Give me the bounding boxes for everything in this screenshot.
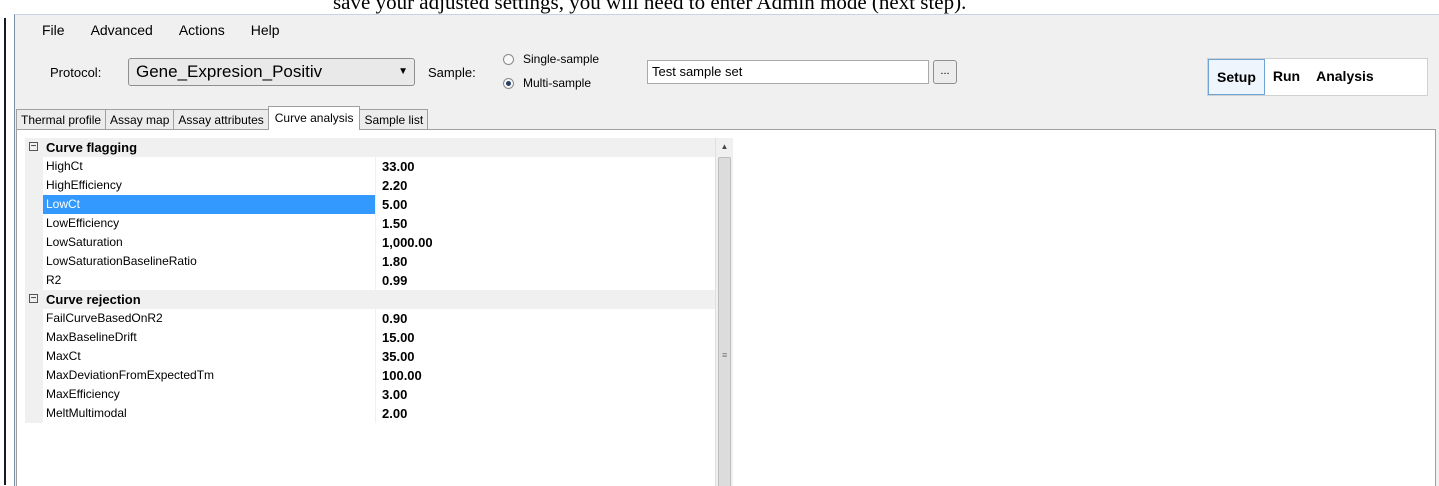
- category-curve-flagging[interactable]: − Curve flagging: [25, 138, 715, 157]
- property-row[interactable]: FailCurveBasedOnR2 0.90: [25, 309, 715, 328]
- sample-label: Sample:: [428, 65, 476, 80]
- tab-assay-map[interactable]: Assay map: [105, 109, 175, 130]
- property-name: LowEfficiency: [46, 216, 120, 230]
- vertical-scrollbar[interactable]: ▲ ≡: [715, 138, 733, 486]
- category-label: Curve rejection: [46, 292, 141, 307]
- collapse-icon[interactable]: −: [29, 142, 38, 152]
- property-value[interactable]: 33.00: [382, 157, 415, 176]
- tab-sample-list[interactable]: Sample list: [359, 109, 429, 130]
- collapse-icon[interactable]: −: [29, 294, 38, 304]
- property-row[interactable]: MaxEfficiency 3.00: [25, 385, 715, 404]
- outer-frame-edge: [0, 0, 14, 485]
- property-name: LowSaturationBaselineRatio: [46, 254, 197, 268]
- property-row-selected[interactable]: LowCt 5.00: [25, 195, 715, 214]
- property-name: R2: [46, 273, 62, 287]
- radio-single-sample-label: Single-sample: [523, 52, 600, 66]
- sample-set-input[interactable]: Test sample set: [647, 60, 929, 84]
- property-value[interactable]: 5.00: [382, 195, 407, 214]
- property-row[interactable]: LowSaturationBaselineRatio 1.80: [25, 252, 715, 271]
- property-name: MaxBaselineDrift: [46, 330, 137, 344]
- property-row[interactable]: MaxDeviationFromExpectedTm 100.00: [25, 366, 715, 385]
- app-window: File Advanced Actions Help Protocol: Gen…: [14, 14, 1439, 486]
- category-curve-rejection[interactable]: − Curve rejection: [25, 290, 715, 309]
- property-row[interactable]: LowEfficiency 1.50: [25, 214, 715, 233]
- mode-analysis-button[interactable]: Analysis: [1308, 59, 1382, 95]
- mode-run-button[interactable]: Run: [1265, 59, 1308, 95]
- grip-icon: ≡: [722, 350, 728, 360]
- property-name: HighEfficiency: [46, 178, 122, 192]
- scrollbar-thumb[interactable]: ≡: [718, 157, 731, 486]
- category-label: Curve flagging: [46, 140, 138, 155]
- browse-button[interactable]: ...: [933, 60, 957, 84]
- property-name: MaxDeviationFromExpectedTm: [46, 368, 215, 382]
- radio-multi-sample-label: Multi-sample: [523, 76, 592, 90]
- property-name: LowCt: [43, 195, 375, 214]
- property-value[interactable]: 1,000.00: [382, 233, 433, 252]
- property-name: MaxEfficiency: [46, 387, 120, 401]
- scroll-up-arrow-icon[interactable]: ▲: [716, 138, 733, 155]
- property-value[interactable]: 1.50: [382, 214, 407, 233]
- mode-setup-button[interactable]: Setup: [1208, 59, 1265, 95]
- property-row[interactable]: MeltMultimodal 2.00: [25, 404, 715, 423]
- property-value[interactable]: 100.00: [382, 366, 422, 385]
- menu-file[interactable]: File: [15, 19, 78, 41]
- property-name: FailCurveBasedOnR2: [46, 311, 163, 325]
- property-name: MeltMultimodal: [46, 406, 127, 420]
- property-name: MaxCt: [46, 349, 81, 363]
- radio-button-icon: [503, 53, 514, 65]
- property-row[interactable]: HighEfficiency 2.20: [25, 176, 715, 195]
- tab-strip: Thermal profile Assay map Assay attribut…: [16, 106, 429, 130]
- property-row[interactable]: R2 0.99: [25, 271, 715, 290]
- property-row[interactable]: MaxBaselineDrift 15.00: [25, 328, 715, 347]
- protocol-label: Protocol:: [50, 65, 102, 80]
- mode-switcher: Setup Run Analysis: [1207, 58, 1428, 96]
- tab-thermal-profile[interactable]: Thermal profile: [16, 109, 107, 130]
- property-name: LowSaturation: [46, 235, 123, 249]
- dropdown-arrow-icon: ▼: [398, 66, 408, 77]
- property-value[interactable]: 2.20: [382, 176, 407, 195]
- property-value[interactable]: 35.00: [382, 347, 415, 366]
- property-value[interactable]: 2.00: [382, 404, 407, 423]
- property-value[interactable]: 3.00: [382, 385, 407, 404]
- radio-multi-sample[interactable]: Multi-sample: [503, 76, 591, 90]
- menu-advanced[interactable]: Advanced: [78, 19, 166, 41]
- radio-single-sample[interactable]: Single-sample: [503, 52, 599, 66]
- tab-content-panel: − Curve flagging HighCt 33.00 HighEffici…: [16, 129, 1436, 486]
- property-row[interactable]: LowSaturation 1,000.00: [25, 233, 715, 252]
- menu-actions[interactable]: Actions: [166, 19, 238, 41]
- property-name: HighCt: [46, 159, 83, 173]
- menu-bar: File Advanced Actions Help: [15, 19, 293, 41]
- protocol-value: Gene_Expresion_Positiv: [136, 62, 323, 81]
- property-value[interactable]: 0.99: [382, 271, 407, 290]
- radio-button-checked-icon: [503, 77, 514, 89]
- protocol-dropdown[interactable]: Gene_Expresion_Positiv ▼: [128, 58, 415, 86]
- tab-curve-analysis[interactable]: Curve analysis: [267, 106, 361, 130]
- property-grid: − Curve flagging HighCt 33.00 HighEffici…: [25, 138, 715, 486]
- property-value[interactable]: 0.90: [382, 309, 407, 328]
- property-row[interactable]: HighCt 33.00: [25, 157, 715, 176]
- tab-assay-attributes[interactable]: Assay attributes: [173, 109, 269, 130]
- property-value[interactable]: 1.80: [382, 252, 407, 271]
- property-value[interactable]: 15.00: [382, 328, 415, 347]
- menu-help[interactable]: Help: [238, 19, 293, 41]
- property-row[interactable]: MaxCt 35.00: [25, 347, 715, 366]
